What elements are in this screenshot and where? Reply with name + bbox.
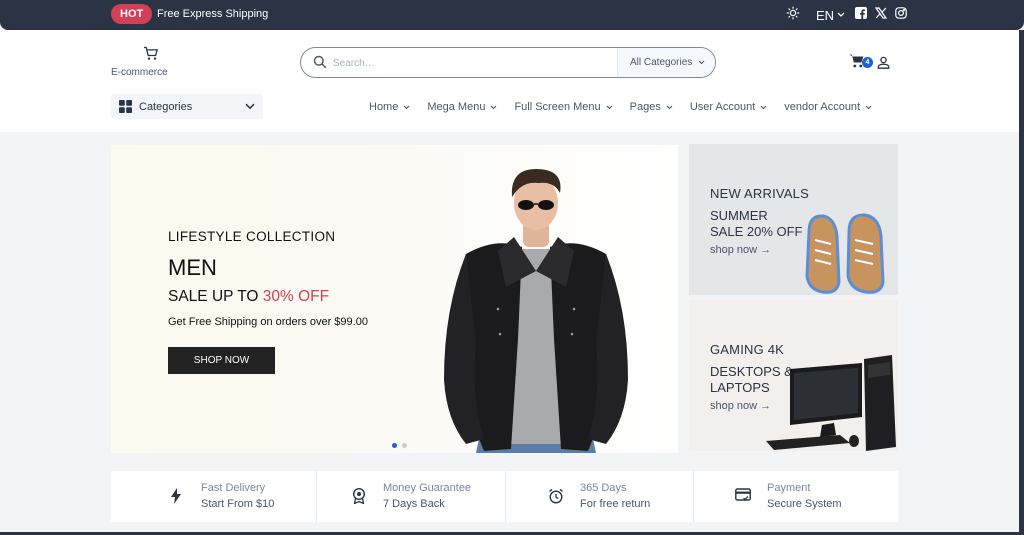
nav-item-label: Pages [629, 101, 661, 113]
chevron-down-icon [606, 105, 613, 109]
service-title: Payment [767, 482, 811, 494]
user-icon[interactable] [877, 56, 890, 74]
service-money-guarantee: Money Guarantee 7 Days Back [317, 471, 506, 522]
shop-now-link[interactable]: shop now → [710, 244, 771, 256]
hero-sale-percent: 30% OFF [262, 288, 330, 305]
category-select[interactable]: All Categories [617, 48, 715, 77]
language-label: EN [816, 7, 835, 23]
shopping-cart-icon [143, 46, 158, 60]
service-subtitle: Secure System [767, 498, 842, 510]
nav-mega-menu[interactable]: Mega Menu [427, 101, 497, 113]
hero-subtitle: LIFESTYLE COLLECTION [168, 229, 336, 244]
header: E-commerce All Categories 4 Categories [0, 30, 1024, 132]
carousel-dot-active[interactable] [392, 443, 397, 448]
search-input[interactable] [333, 54, 613, 72]
hero-carousel: LIFESTYLE COLLECTION MEN SALE UP TO 30% … [111, 145, 678, 453]
logo-text: E-commerce [111, 67, 168, 78]
shop-now-button[interactable]: SHOP NOW [168, 347, 275, 374]
top-bar: HOT Free Express Shipping EN [0, 0, 1024, 30]
free-shipping-text: Free Express Shipping [157, 8, 269, 20]
carousel-dots [392, 443, 407, 448]
sneakers-image [805, 213, 885, 294]
cart-button[interactable]: 4 [849, 53, 873, 74]
search-bar: All Categories [300, 47, 716, 78]
chevron-down-icon [865, 105, 872, 109]
service-subtitle: 7 Days Back [383, 498, 445, 510]
lightning-icon [171, 488, 181, 504]
nav-user-account[interactable]: User Account [690, 101, 767, 113]
cart-count-badge: 4 [862, 57, 873, 68]
nav-item-label: Mega Menu [427, 101, 486, 113]
main-nav: Home Mega Menu Full Screen Menu Pages Us… [369, 101, 872, 113]
logo[interactable]: E-commerce [111, 46, 171, 78]
nav-pages[interactable]: Pages [630, 101, 673, 113]
chevron-down-icon [698, 60, 705, 65]
categories-button[interactable]: Categories [111, 94, 263, 119]
carousel-dot[interactable] [402, 443, 407, 448]
banner-title-line2: SALE 20% OFF [710, 224, 803, 239]
language-selector[interactable]: EN [816, 8, 845, 23]
hero-shipping-note: Get Free Shipping on orders over $99.00 [168, 316, 368, 328]
banner-new-arrivals[interactable]: NEW ARRIVALS SUMMER SALE 20% OFF shop no… [689, 144, 898, 295]
chevron-down-icon [491, 105, 497, 109]
instagram-icon[interactable] [895, 6, 907, 24]
banner-gaming[interactable]: GAMING 4K DESKTOPS & LAPTOPS shop now → [689, 300, 898, 451]
nav-item-label: vendor Account [784, 101, 861, 113]
service-payment: Payment Secure System [694, 471, 898, 522]
chevron-down-icon [760, 105, 767, 109]
banner-title-line2: LAPTOPS [710, 380, 770, 395]
service-title: Fast Delivery [201, 482, 266, 494]
hero-model-image [444, 169, 628, 453]
credit-card-icon [735, 488, 751, 501]
service-title: 365 Days [580, 482, 627, 494]
services-bar: Fast Delivery Start From $10 Money Guara… [111, 471, 898, 522]
facebook-icon[interactable] [855, 6, 868, 24]
sun-icon[interactable] [786, 6, 800, 25]
desktop-computer-image [766, 355, 896, 451]
window-edge [1019, 30, 1024, 535]
banner-subtitle: NEW ARRIVALS [710, 186, 809, 201]
service-subtitle: For free return [580, 498, 651, 510]
service-365-days: 365 Days For free return [506, 471, 694, 522]
x-twitter-icon[interactable] [874, 6, 888, 24]
alarm-clock-icon [549, 488, 563, 504]
nav-item-label: Home [369, 101, 399, 113]
service-subtitle: Start From $10 [201, 498, 275, 510]
hot-badge: HOT [111, 4, 153, 24]
chevron-down-icon [837, 12, 845, 17]
search-icon [313, 55, 327, 69]
nav-item-label: Full Screen Menu [514, 101, 601, 113]
chevron-down-icon [245, 103, 255, 110]
top-bar-actions: EN [786, 5, 907, 25]
categories-label: Categories [139, 100, 193, 113]
chevron-down-icon [403, 105, 410, 109]
hero-sale-text: SALE UP TO 30% OFF [168, 288, 329, 306]
service-fast-delivery: Fast Delivery Start From $10 [111, 471, 317, 522]
service-title: Money Guarantee [383, 482, 472, 494]
banner-title-line1: SUMMER [710, 208, 768, 223]
medal-icon [353, 488, 365, 504]
grid-icon [119, 100, 132, 113]
nav-vendor-account[interactable]: vendor Account [784, 101, 872, 113]
hero-title: MEN [168, 255, 217, 280]
chevron-down-icon [666, 105, 673, 109]
hero-sale-prefix: SALE UP TO [168, 288, 259, 305]
nav-full-screen-menu[interactable]: Full Screen Menu [514, 101, 613, 113]
nav-home[interactable]: Home [369, 101, 410, 113]
nav-item-label: User Account [689, 101, 756, 113]
category-select-label: All Categories [630, 57, 693, 68]
